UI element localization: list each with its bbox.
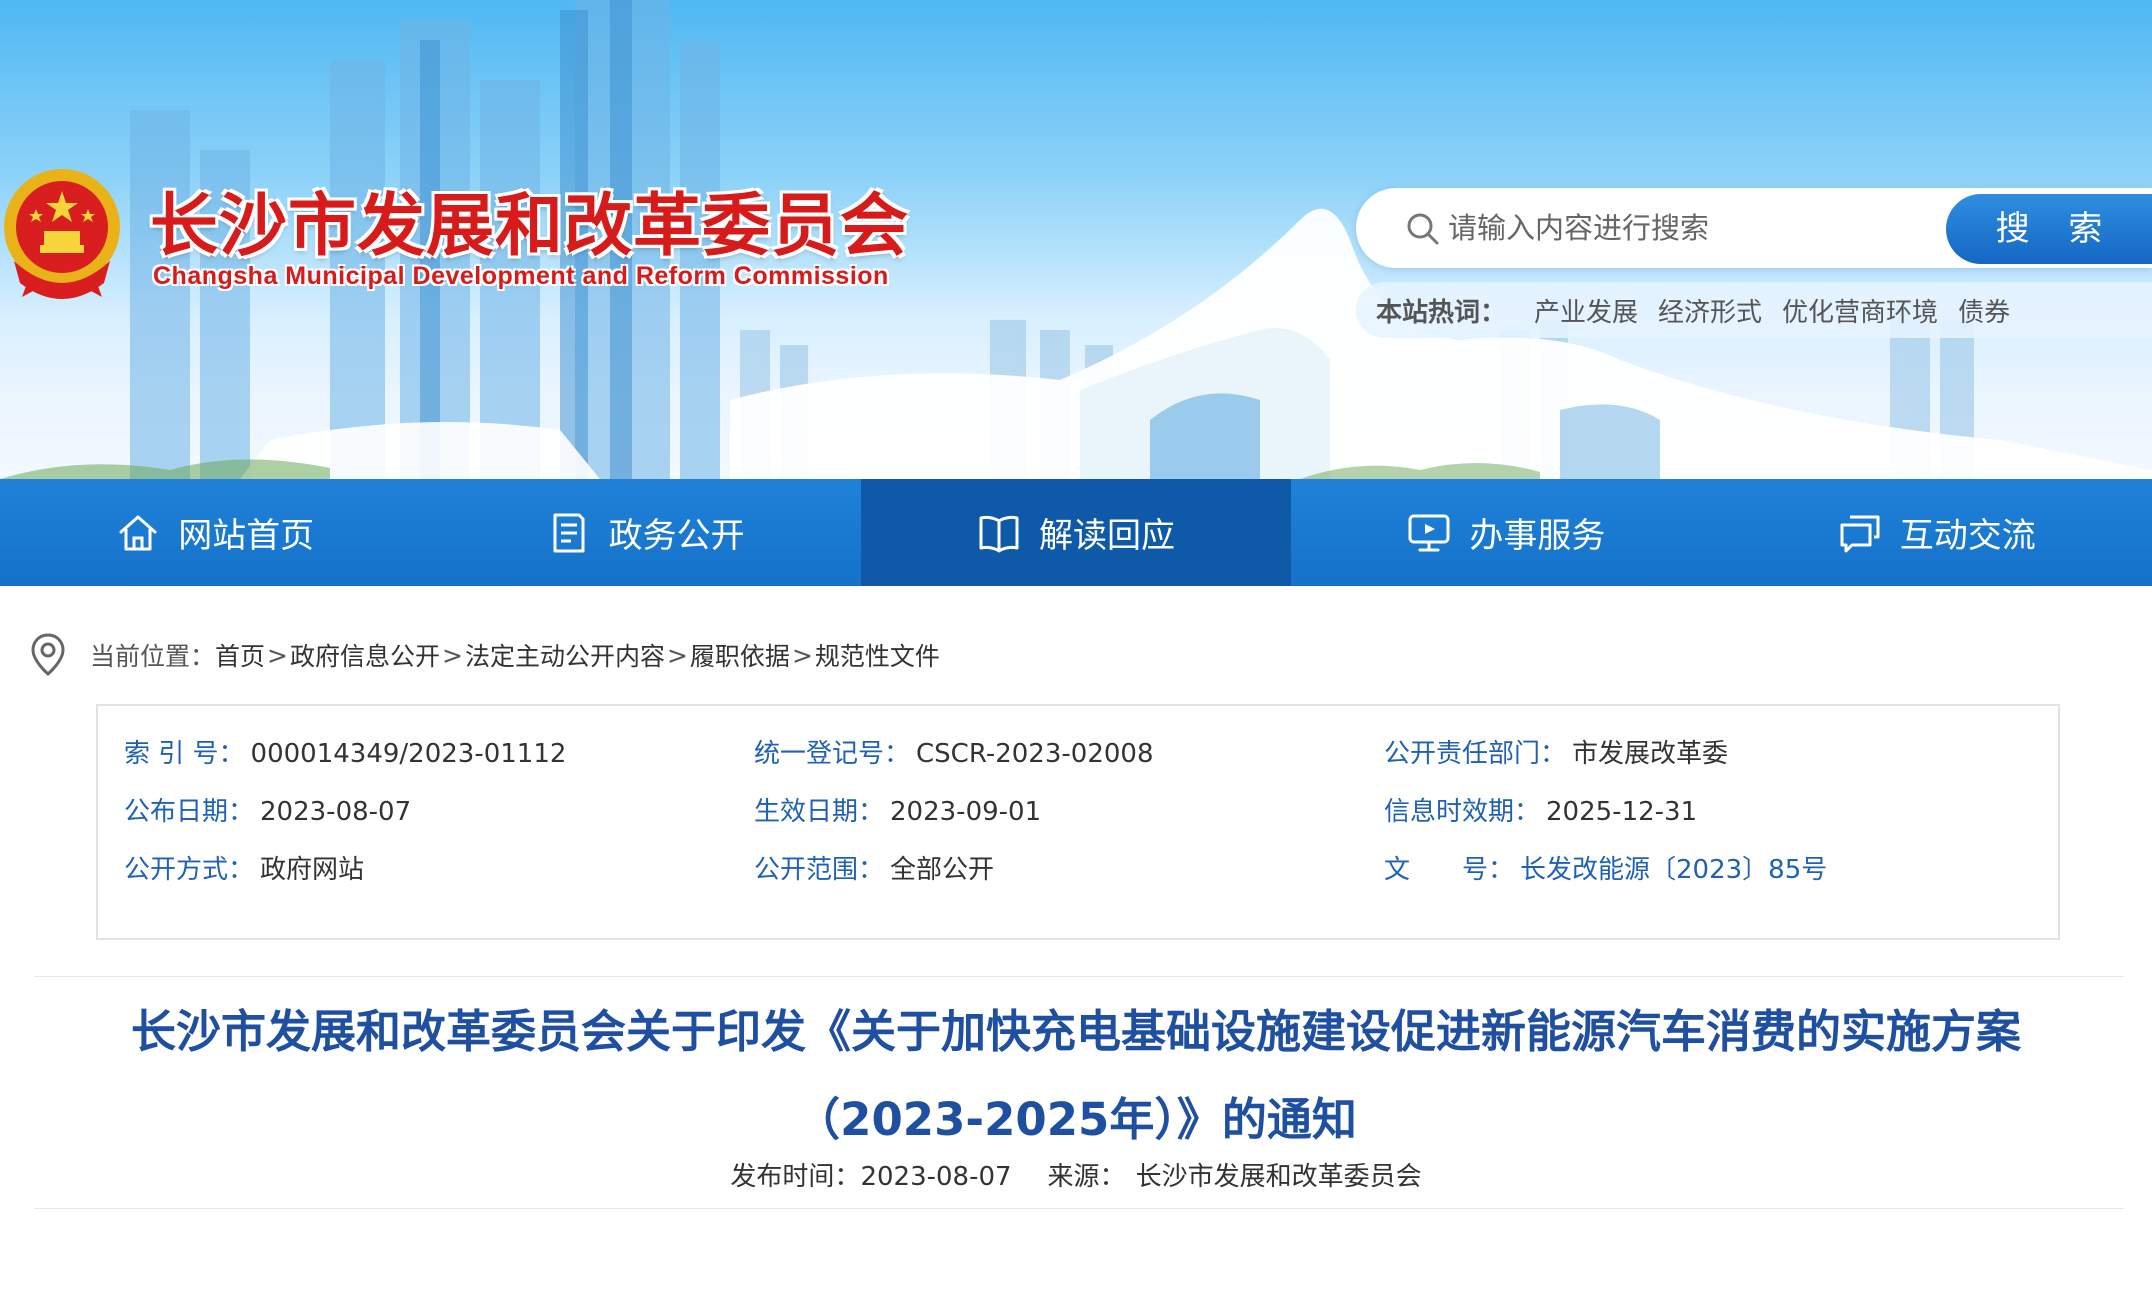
- breadcrumb-item[interactable]: 政府信息公开: [290, 637, 440, 673]
- meta-effective-date: 生效日期： 2023-09-01: [754, 794, 1041, 830]
- article-title: 长沙市发展和改革委员会关于印发《关于加快充电基础设施建设促进新能源汽车消费的实施…: [130, 1005, 2021, 1146]
- meta-key: 索 引 号：: [124, 739, 245, 769]
- breadcrumb-item[interactable]: 法定主动公开内容: [465, 637, 665, 673]
- breadcrumb-separator: >: [442, 640, 463, 670]
- breadcrumb-item[interactable]: 规范性文件: [815, 637, 940, 673]
- meta-value: 2023-09-01: [890, 797, 1042, 827]
- breadcrumb-label: 当前位置：: [90, 642, 216, 671]
- national-emblem-icon: [4, 169, 120, 299]
- hot-keyword-link[interactable]: 经济形式: [1658, 292, 1762, 329]
- meta-document-number: 文 号： 长发改能源〔2023〕85号: [1384, 852, 1827, 888]
- breadcrumb-item-home[interactable]: 首页: [215, 637, 265, 673]
- publish-time-value: 2023-08-07: [860, 1162, 1012, 1192]
- meta-value: CSCR-2023-02008: [916, 739, 1154, 769]
- title-top-divider: [34, 976, 2124, 977]
- meta-validity-period: 信息时效期： 2025-12-31: [1384, 794, 1697, 830]
- meta-value: 000014349/2023-01112: [250, 739, 567, 769]
- search-button[interactable]: 搜 索: [1946, 194, 2152, 264]
- document-icon: [553, 513, 585, 552]
- meta-key: 公开范围：: [754, 855, 885, 885]
- nav-item-government-affairs[interactable]: 政务公开: [430, 479, 860, 586]
- book-icon: [979, 515, 1019, 552]
- meta-key: 公布日期：: [124, 797, 255, 827]
- source-value: 长沙市发展和改革委员会: [1135, 1162, 1422, 1192]
- meta-key: 文 号：: [1384, 855, 1515, 885]
- meta-key: 生效日期：: [754, 797, 885, 827]
- monitor-icon: [1408, 514, 1450, 551]
- article-meta: 发布时间：2023-08-07 来源： 长沙市发展和改革委员会: [0, 1156, 2152, 1193]
- nav-item-interaction[interactable]: 互动交流: [1722, 479, 2152, 586]
- meta-index-number: 索 引 号： 000014349/2023-01112: [124, 736, 566, 772]
- hot-keywords-bar: 本站热词： 产业发展 经济形式 优化营商环境 债券: [1356, 282, 2152, 338]
- meta-value: 2025-12-31: [1546, 797, 1698, 827]
- search-box: 搜 索: [1356, 188, 2152, 268]
- meta-value: 2023-08-07: [260, 797, 412, 827]
- meta-disclosure-scope: 公开范围： 全部公开: [754, 852, 994, 888]
- meta-value: 政府网站: [260, 855, 365, 885]
- search-icon: [1407, 213, 1439, 245]
- meta-registration-number: 统一登记号： CSCR-2023-02008: [754, 736, 1153, 772]
- nav-item-label: 网站首页: [178, 516, 315, 556]
- hot-keywords-label: 本站热词：: [1376, 297, 1507, 328]
- hot-keyword-link[interactable]: 优化营商环境: [1782, 292, 1938, 329]
- hot-keyword-link[interactable]: 产业发展: [1534, 292, 1638, 329]
- meta-key: 统一登记号：: [754, 739, 911, 769]
- site-title: 长沙市发展和改革委员会: [150, 186, 910, 266]
- meta-value: 全部公开: [890, 855, 995, 885]
- home-icon: [119, 515, 157, 550]
- breadcrumb-separator: >: [267, 640, 288, 670]
- meta-responsible-department: 公开责任部门： 市发展改革委: [1384, 736, 1728, 772]
- main-navigation: 网站首页 政务公开 解读回应 办事服务 互动交流: [0, 479, 2152, 586]
- nav-item-services[interactable]: 办事服务: [1291, 479, 1721, 586]
- breadcrumb-separator: >: [666, 640, 688, 670]
- location-pin-icon: [31, 633, 65, 676]
- site-subtitle: Changsha Municipal Development and Refor…: [153, 262, 889, 290]
- breadcrumb: 当前位置： 首页 > 政府信息公开 > 法定主动公开内容 > 履职依据 > 规范…: [30, 630, 940, 680]
- source-label: 来源：: [1047, 1162, 1126, 1192]
- nav-item-label: 政务公开: [608, 516, 745, 556]
- nav-item-label: 互动交流: [1899, 516, 2036, 556]
- meta-value: 市发展改革委: [1572, 739, 1729, 769]
- nav-item-label: 办事服务: [1469, 516, 1606, 556]
- chat-icon: [1840, 515, 1880, 552]
- nav-item-label: 解读回应: [1038, 516, 1175, 556]
- meta-value: 长发改能源〔2023〕85号: [1520, 855, 1828, 885]
- nav-item-interpretation[interactable]: 解读回应: [860, 479, 1292, 586]
- meta-key: 公开方式：: [124, 855, 255, 885]
- breadcrumb-separator: >: [791, 640, 813, 670]
- nav-item-home[interactable]: 网站首页: [0, 479, 430, 586]
- publish-time-label: 发布时间：: [730, 1162, 861, 1192]
- search-input[interactable]: [1448, 204, 1888, 252]
- meta-publish-date: 公布日期： 2023-08-07: [124, 794, 411, 830]
- meta-key: 信息时效期：: [1384, 797, 1541, 827]
- breadcrumb-item[interactable]: 履职依据: [690, 637, 790, 673]
- header-banner: 长沙市发展和改革委员会 Changsha Municipal Developme…: [0, 0, 2152, 479]
- meta-key: 公开责任部门：: [1384, 739, 1567, 769]
- hot-keyword-link[interactable]: 债券: [1958, 292, 2010, 329]
- document-metadata-table: 索 引 号： 000014349/2023-01112 统一登记号： CSCR-20…: [96, 704, 2060, 940]
- meta-disclosure-method: 公开方式： 政府网站: [124, 852, 364, 888]
- title-bottom-divider: [34, 1208, 2124, 1209]
